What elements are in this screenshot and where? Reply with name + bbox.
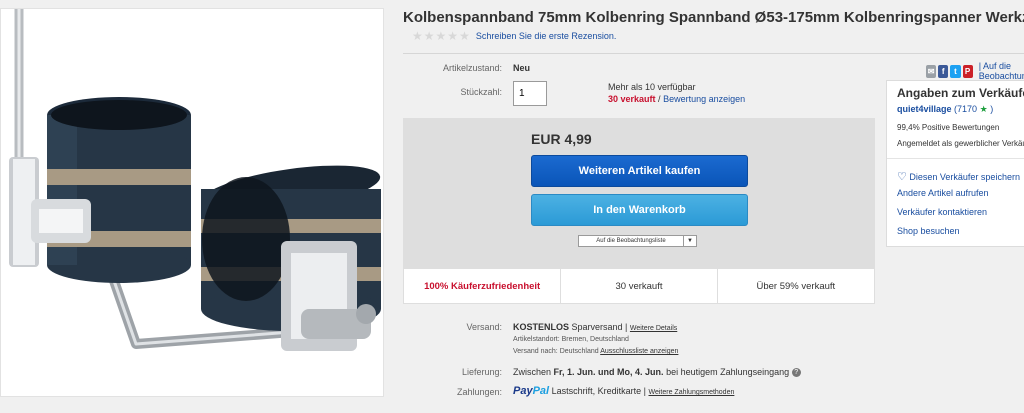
payment-methods: Lastschrift, Kreditkarte | — [551, 386, 646, 396]
show-reviews-link[interactable]: Bewertung anzeigen — [663, 94, 745, 104]
watchlist-label: Auf die Beobachtungsliste — [579, 236, 684, 246]
exclusions-link[interactable]: Ausschlussliste anzeigen — [600, 348, 678, 355]
shipping-cost: KOSTENLOS — [513, 322, 570, 332]
payment-row: PayPal Lastschrift, Kreditkarte | Weiter… — [513, 385, 734, 397]
paypal-pay: Pay — [513, 385, 533, 397]
rating-stars: ★ ★ ★ ★ ★ — [412, 30, 470, 42]
chevron-down-icon[interactable]: ▼ — [684, 236, 696, 246]
seller-score-close: ) — [990, 104, 994, 114]
visit-shop-link[interactable]: Shop besuchen — [897, 226, 960, 236]
condition-label: Artikelzustand: — [442, 63, 502, 73]
facebook-icon[interactable]: f — [938, 64, 949, 78]
buy-now-button[interactable]: Weiteren Artikel kaufen — [531, 155, 748, 187]
delivery-dates: Fr, 1. Jun. und Mo, 4. Jun. — [553, 367, 664, 377]
star-icon: ★ — [423, 29, 435, 43]
paypal-logo: PayPal — [513, 385, 549, 397]
more-details-link[interactable]: Weitere Details — [630, 325, 677, 332]
sold-count: 30 verkauft — [608, 94, 656, 104]
payment-label: Zahlungen: — [456, 387, 502, 397]
help-icon[interactable]: ? — [791, 368, 801, 378]
shipping-row: KOSTENLOS Sparversand | Weitere Details — [513, 322, 677, 332]
availability-text: Mehr als 10 verfügbar — [608, 82, 696, 92]
product-title: Kolbenspannband 75mm Kolbenring Spannban… — [403, 9, 1024, 26]
seller-title: Angaben zum Verkäufer — [897, 86, 1024, 100]
pinterest-icon[interactable]: P — [962, 64, 973, 78]
delivery-label: Lieferung: — [461, 367, 502, 377]
add-to-cart-button[interactable]: In den Warenkorb — [531, 194, 748, 226]
ships-to-label: Versand nach: — [513, 348, 558, 355]
delivery-prefix: Zwischen — [513, 367, 552, 377]
rating-row: ★ ★ ★ ★ ★ Schreiben Sie die erste Rezens… — [412, 30, 616, 42]
seller-name-link[interactable]: quiet4village — [897, 104, 952, 114]
delivery-row: Zwischen Fr, 1. Jun. und Mo, 4. Jun. bei… — [513, 367, 801, 378]
star-icon: ★ — [459, 29, 470, 43]
seller-card: Angaben zum Verkäufer quiet4village (717… — [886, 80, 1024, 247]
watchlist-select[interactable]: Auf die Beobachtungsliste ▼ — [578, 235, 697, 247]
share-more-link[interactable]: | Auf die Beobachtungsliste — [979, 61, 1024, 81]
item-location: Artikelstandort: Bremen, Deutschland — [513, 336, 629, 343]
more-payment-methods-link[interactable]: Weitere Zahlungsmethoden — [649, 389, 735, 396]
email-icon[interactable]: ✉ — [926, 64, 937, 78]
seller-score[interactable]: (7170 — [954, 104, 977, 114]
seller-registered: Angemeldet als gewerblicher Verkäufer — [897, 139, 1024, 148]
write-review-link[interactable]: Schreiben Sie die erste Rezension. — [476, 31, 617, 41]
stats-bar: 100% Käuferzufriedenheit 30 verkauft Übe… — [403, 268, 875, 304]
star-icon: ★ — [412, 29, 423, 43]
contact-seller-link[interactable]: Verkäufer kontaktieren — [897, 207, 987, 217]
sold-separator: / — [658, 94, 661, 104]
delivery-suffix: bei heutigem Zahlungseingang — [666, 367, 790, 377]
product-image[interactable] — [0, 8, 384, 397]
sold-info: 30 verkauft / Bewertung anzeigen — [608, 94, 745, 104]
shipping-method: Sparversand | — [571, 322, 628, 332]
ships-to: Versand nach: Deutschland Ausschlusslist… — [513, 348, 678, 355]
price: EUR 4,99 — [531, 131, 592, 147]
shipping-label: Versand: — [466, 322, 502, 332]
quantity-input[interactable] — [513, 81, 547, 106]
ships-to-value: Deutschland — [559, 348, 599, 355]
seller-name-row: quiet4village (7170 ★ ) — [897, 104, 993, 115]
piston-ring-compressor-illustration — [9, 9, 381, 351]
seller-divider — [887, 158, 1024, 159]
title-divider — [403, 53, 1024, 54]
star-icon: ★ — [979, 104, 988, 114]
share-row: ✉ f t P | Auf die Beobachtungsliste — [926, 61, 1024, 81]
save-seller-row[interactable]: ♡ Diesen Verkäufer speichern — [897, 170, 1020, 183]
star-icon: ★ — [435, 29, 447, 43]
quantity-label: Stückzahl: — [460, 87, 502, 97]
heart-icon: ♡ — [897, 171, 907, 183]
other-items-link[interactable]: Andere Artikel aufrufen — [897, 188, 989, 198]
star-icon: ★ — [447, 29, 459, 43]
item-location-label: Artikelstandort: — [513, 336, 560, 343]
paypal-pal: Pal — [532, 385, 550, 397]
save-seller-link[interactable]: Diesen Verkäufer speichern — [909, 172, 1020, 182]
condition-value: Neu — [513, 63, 531, 73]
over-sold-stat: Über 59% verkauft — [756, 280, 836, 292]
sold-stat: 30 verkauft — [561, 269, 718, 303]
twitter-icon[interactable]: t — [950, 64, 961, 78]
buyer-satisfaction: 100% Käuferzufriedenheit — [404, 269, 562, 303]
seller-positive: 99,4% Positive Bewertungen — [897, 123, 1000, 132]
item-location-value: Bremen, Deutschland — [561, 336, 629, 343]
